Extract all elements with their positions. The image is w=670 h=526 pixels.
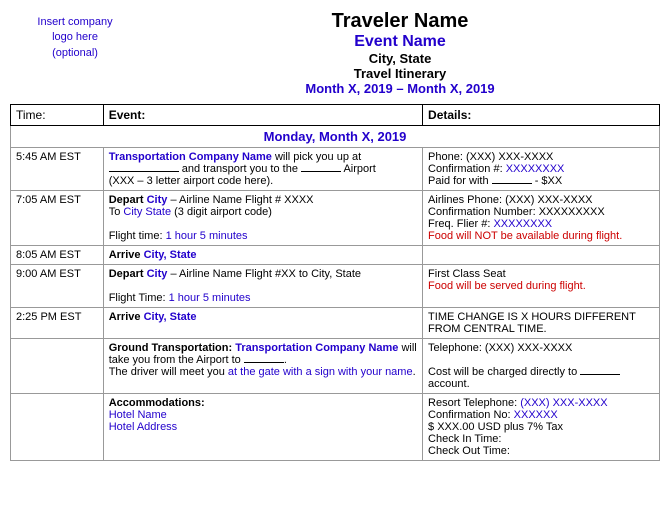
table-row: 9:00 AM EST Depart City – Airline Name F…	[11, 265, 660, 308]
event-805: Arrive City, State	[103, 246, 422, 265]
event-705: Depart City – Airline Name Flight # XXXX…	[103, 191, 422, 246]
col-event: Event:	[103, 105, 422, 126]
event-545: Transportation Company Name will pick yo…	[103, 148, 422, 191]
col-details: Details:	[423, 105, 660, 126]
time-ground	[11, 339, 104, 394]
table-row: 7:05 AM EST Depart City – Airline Name F…	[11, 191, 660, 246]
blank-ground-dest	[244, 362, 284, 363]
time-705: 7:05 AM EST	[11, 191, 104, 246]
dates: Month X, 2019 – Month X, 2019	[140, 81, 660, 96]
blank-pickup	[109, 171, 179, 172]
arrive-label-1: Arrive City, State	[109, 249, 197, 261]
freq-flier: XXXXXXXX	[493, 218, 552, 230]
time-805: 8:05 AM EST	[11, 246, 104, 265]
food-warning-1: Food will NOT be available during flight…	[428, 230, 622, 242]
event-900-airline: – Airline Name Flight #XX to City, State	[170, 268, 361, 280]
page: Insert company logo here (optional) Trav…	[0, 0, 670, 461]
hotel-name: Hotel Name	[109, 409, 167, 421]
detail-accom: Resort Telephone: (XXX) XXX-XXXX Confirm…	[423, 394, 660, 461]
blank-account	[580, 374, 620, 375]
conf-hotel: XXXXXX	[514, 409, 558, 421]
hotel-address: Hotel Address	[109, 421, 177, 433]
transport-company-name-2: Transportation Company Name	[235, 342, 398, 354]
day-header-row: Monday, Month X, 2019	[11, 126, 660, 148]
time-900: 9:00 AM EST	[11, 265, 104, 308]
arrive-city-1: City, State	[144, 249, 197, 261]
traveler-name: Traveler Name	[140, 10, 660, 33]
event-name: Event Name	[140, 33, 660, 51]
event-705-airline: – Airline Name Flight # XXXX	[170, 194, 313, 206]
logo-line2: logo here	[52, 31, 98, 43]
flight-time-2: 1 hour 5 minutes	[169, 292, 251, 304]
event-900-flight: Flight Time: 1 hour 5 minutes	[109, 292, 251, 304]
time-545: 5:45 AM EST	[11, 148, 104, 191]
header: Insert company logo here (optional) Trav…	[10, 10, 660, 96]
detail-225: TIME CHANGE IS X HOURS DIFFERENT FROM CE…	[423, 308, 660, 339]
event-705-to: To City State (3 digit airport code)	[109, 206, 272, 218]
blank-airport	[301, 171, 341, 172]
depart-label: Depart City	[109, 194, 168, 206]
table-row: Accommodations: Hotel Name Hotel Address…	[11, 394, 660, 461]
table-row: Ground Transportation: Transportation Co…	[11, 339, 660, 394]
event-225: Arrive City, State	[103, 308, 422, 339]
title-area: Traveler Name Event Name City, State Tra…	[140, 10, 660, 96]
flight-time-1: 1 hour 5 minutes	[166, 230, 248, 242]
time-accom	[11, 394, 104, 461]
conf-1: XXXXXXXX	[506, 163, 565, 175]
logo-line3: (optional)	[52, 47, 98, 59]
table-row: 2:25 PM EST Arrive City, State TIME CHAN…	[11, 308, 660, 339]
arrive-label-2: Arrive City, State	[109, 311, 197, 323]
table-row: 5:45 AM EST Transportation Company Name …	[11, 148, 660, 191]
city-depart-2: City	[147, 268, 168, 280]
city-depart: City	[147, 194, 168, 206]
ground-label: Ground Transportation: Transportation Co…	[109, 342, 399, 354]
event-545-text1: will pick you up at	[275, 151, 361, 163]
event-545-text2: and transport you to the	[182, 163, 301, 175]
logo-area: Insert company logo here (optional)	[10, 10, 140, 61]
event-545-text3: Airport	[343, 163, 375, 175]
detail-545: Phone: (XXX) XXX-XXXX Confirmation #: XX…	[423, 148, 660, 191]
food-warning-2: Food will be served during flight.	[428, 280, 586, 292]
event-accom: Accommodations: Hotel Name Hotel Address	[103, 394, 422, 461]
detail-900: First Class Seat Food will be served dur…	[423, 265, 660, 308]
depart-label-2: Depart City	[109, 268, 168, 280]
col-time: Time:	[11, 105, 104, 126]
event-705-flight: Flight time: 1 hour 5 minutes	[109, 230, 248, 242]
table-header-row: Time: Event: Details:	[11, 105, 660, 126]
event-ground: Ground Transportation: Transportation Co…	[103, 339, 422, 394]
day-header-cell: Monday, Month X, 2019	[11, 126, 660, 148]
gate-text: at the gate with a sign with your name	[228, 366, 413, 378]
accom-label: Accommodations:	[109, 397, 205, 409]
event-545-code: (XXX – 3 letter airport code here).	[109, 175, 273, 187]
city-state: City, State	[140, 51, 660, 66]
event-900: Depart City – Airline Name Flight #XX to…	[103, 265, 422, 308]
transport-company-name: Transportation Company Name	[109, 151, 272, 163]
blank-paid	[492, 183, 532, 184]
detail-805	[423, 246, 660, 265]
resort-phone: (XXX) XXX-XXXX	[520, 397, 607, 409]
logo-line1: Insert company	[37, 16, 112, 28]
detail-705: Airlines Phone: (XXX) XXX-XXXX Confirmat…	[423, 191, 660, 246]
city-to: City State	[123, 206, 171, 218]
travel-label: Travel Itinerary	[140, 66, 660, 81]
itinerary-table: Time: Event: Details: Monday, Month X, 2…	[10, 104, 660, 461]
table-row: 8:05 AM EST Arrive City, State	[11, 246, 660, 265]
time-225: 2:25 PM EST	[11, 308, 104, 339]
arrive-city-2: City, State	[144, 311, 197, 323]
detail-ground: Telephone: (XXX) XXX-XXXX Cost will be c…	[423, 339, 660, 394]
